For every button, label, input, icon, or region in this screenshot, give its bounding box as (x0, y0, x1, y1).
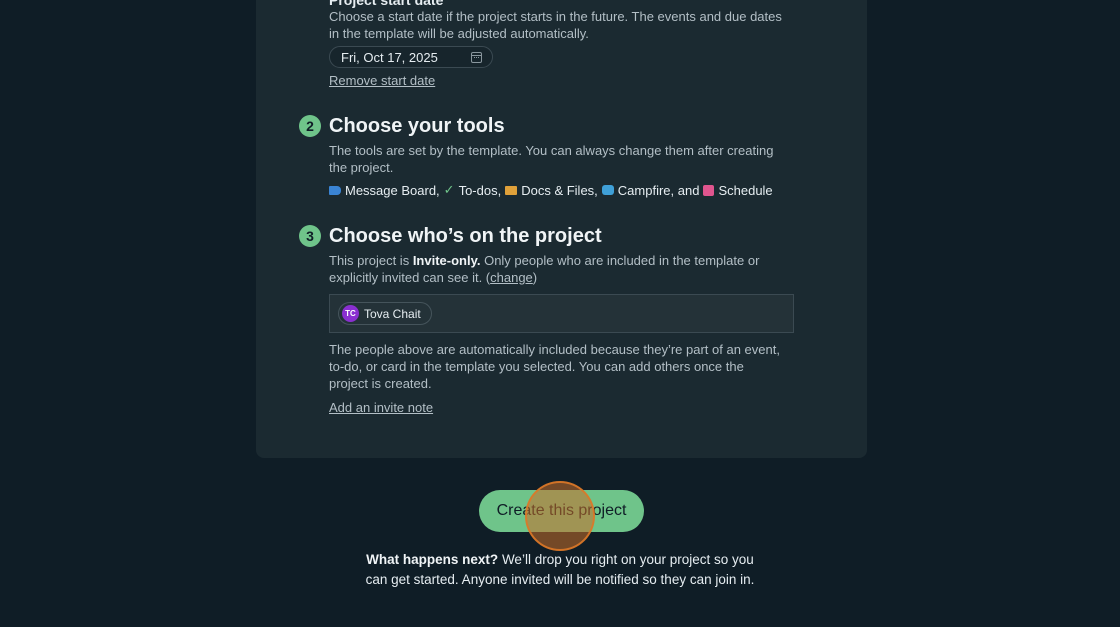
tool-schedule: Schedule (703, 183, 773, 198)
start-date-value: Fri, Oct 17, 2025 (341, 50, 438, 65)
people-picker[interactable]: TC Tova Chait (329, 294, 794, 333)
tool-docs-files: Docs & Files, (505, 183, 598, 198)
start-date-field[interactable]: Fri, Oct 17, 2025 (329, 46, 493, 68)
calendar-icon (703, 184, 715, 196)
people-note: The people above are automatically inclu… (329, 342, 780, 391)
choose-people-heading: Choose who’s on the project (329, 225, 602, 247)
what-happens-next-note: What happens next? We’ll drop you right … (365, 552, 755, 587)
megaphone-icon (329, 185, 341, 195)
person-name: Tova Chait (364, 306, 421, 321)
step-3-badge: 3 (299, 225, 321, 247)
person-chip[interactable]: TC Tova Chait (338, 302, 432, 325)
start-date-heading: Project start date (329, 0, 444, 8)
folder-icon (505, 185, 518, 195)
tool-todos: ✓ To-dos, (443, 182, 502, 198)
remove-start-date-link[interactable]: Remove start date (329, 73, 435, 88)
choose-tools-heading: Choose your tools (329, 115, 505, 137)
access-mode: Invite-only. (412, 253, 481, 268)
tools-list: Message Board, ✓ To-dos, Docs & Files, C… (329, 182, 777, 198)
step-2-badge: 2 (299, 115, 321, 137)
calendar-icon[interactable] (471, 52, 482, 63)
start-date-description: Choose a start date if the project start… (329, 9, 782, 41)
add-invite-note-link[interactable]: Add an invite note (329, 400, 433, 415)
access-description: This project is Invite-only. Only people… (329, 253, 760, 285)
checkmark-icon: ✓ (443, 182, 455, 197)
avatar: TC (342, 305, 359, 322)
chat-bubble-icon (601, 185, 614, 195)
tool-message-board: Message Board, (329, 183, 440, 198)
tools-description: The tools are set by the template. You c… (329, 143, 774, 175)
tool-campfire: Campfire, and (601, 183, 699, 198)
create-project-button[interactable]: Create this project (479, 490, 644, 532)
change-access-link[interactable]: change (490, 270, 533, 285)
